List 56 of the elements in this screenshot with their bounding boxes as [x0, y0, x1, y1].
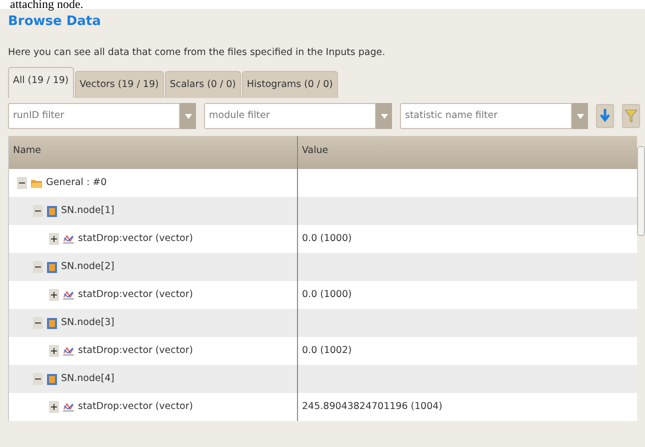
collapse-toggle[interactable]: [33, 205, 43, 217]
collapse-toggle[interactable]: [33, 373, 43, 385]
tree-item-label[interactable]: statDrop:vector (vector): [78, 232, 193, 246]
value-cell-text: 245.89043824701196 (1004): [302, 400, 442, 414]
tab[interactable]: Vectors (19 / 19): [74, 71, 164, 98]
module-icon: [47, 206, 57, 216]
filter-field[interactable]: module filter: [204, 103, 376, 129]
plus-icon: [51, 404, 57, 410]
expand-toggle[interactable]: [49, 289, 59, 301]
column-header[interactable]: Value: [298, 136, 637, 169]
collapse-toggle[interactable]: [17, 177, 27, 189]
filter-field[interactable]: statistic name filter: [400, 103, 572, 129]
tab[interactable]: Scalars (0 / 0): [164, 71, 241, 98]
panel-description: Here you can see all data that come from the files specified in the Inputs page.: [8, 46, 386, 60]
funnel-icon: [625, 109, 637, 123]
tree-item-label[interactable]: SN.node[2]: [61, 260, 114, 274]
line-chart-icon: [63, 346, 74, 356]
tree-item-label[interactable]: SN.node[4]: [61, 372, 114, 386]
expand-toggle[interactable]: [49, 233, 59, 245]
tree-item-label[interactable]: SN.node[3]: [61, 316, 114, 330]
tree-item-label[interactable]: SN.node[1]: [61, 204, 114, 218]
minus-icon: [35, 376, 41, 382]
folder-icon: [31, 178, 42, 188]
minus-icon: [35, 208, 41, 214]
tree-item-label[interactable]: statDrop:vector (vector): [78, 400, 193, 414]
line-chart-icon: [63, 234, 74, 244]
expand-toggle[interactable]: [49, 401, 59, 413]
module-icon: [47, 262, 57, 272]
value-cell-text: 0.0 (1000): [302, 288, 352, 302]
plus-icon: [51, 348, 57, 354]
expand-toggle[interactable]: [49, 345, 59, 357]
line-chart-icon: [63, 290, 74, 300]
minus-icon: [35, 264, 41, 270]
tab[interactable]: Histograms (0 / 0): [242, 71, 338, 98]
collapse-toggle[interactable]: [33, 261, 43, 273]
filter-field[interactable]: runID filter: [8, 103, 180, 129]
tree-item-label[interactable]: statDrop:vector (vector): [78, 344, 193, 358]
line-chart-icon: [63, 402, 74, 412]
caret-icon: [380, 114, 388, 118]
tree-item-label[interactable]: statDrop:vector (vector): [78, 288, 193, 302]
module-icon: [47, 318, 57, 328]
plus-icon: [51, 292, 57, 298]
down-arrow-icon: [600, 109, 610, 123]
value-cell-text: 0.0 (1002): [302, 344, 352, 358]
tree-item-label[interactable]: General : #0: [46, 176, 107, 190]
caret-icon: [576, 114, 584, 118]
caret-icon: [184, 114, 192, 118]
module-icon: [47, 374, 57, 384]
collapse-toggle[interactable]: [33, 317, 43, 329]
minus-icon: [19, 180, 25, 186]
plus-icon: [51, 236, 57, 242]
value-cell-text: 0.0 (1000): [302, 232, 352, 246]
minus-icon: [35, 320, 41, 326]
panel-title: Browse Data: [8, 13, 102, 31]
tab[interactable]: All (19 / 19): [8, 67, 74, 98]
sort-button[interactable]: [596, 104, 614, 128]
